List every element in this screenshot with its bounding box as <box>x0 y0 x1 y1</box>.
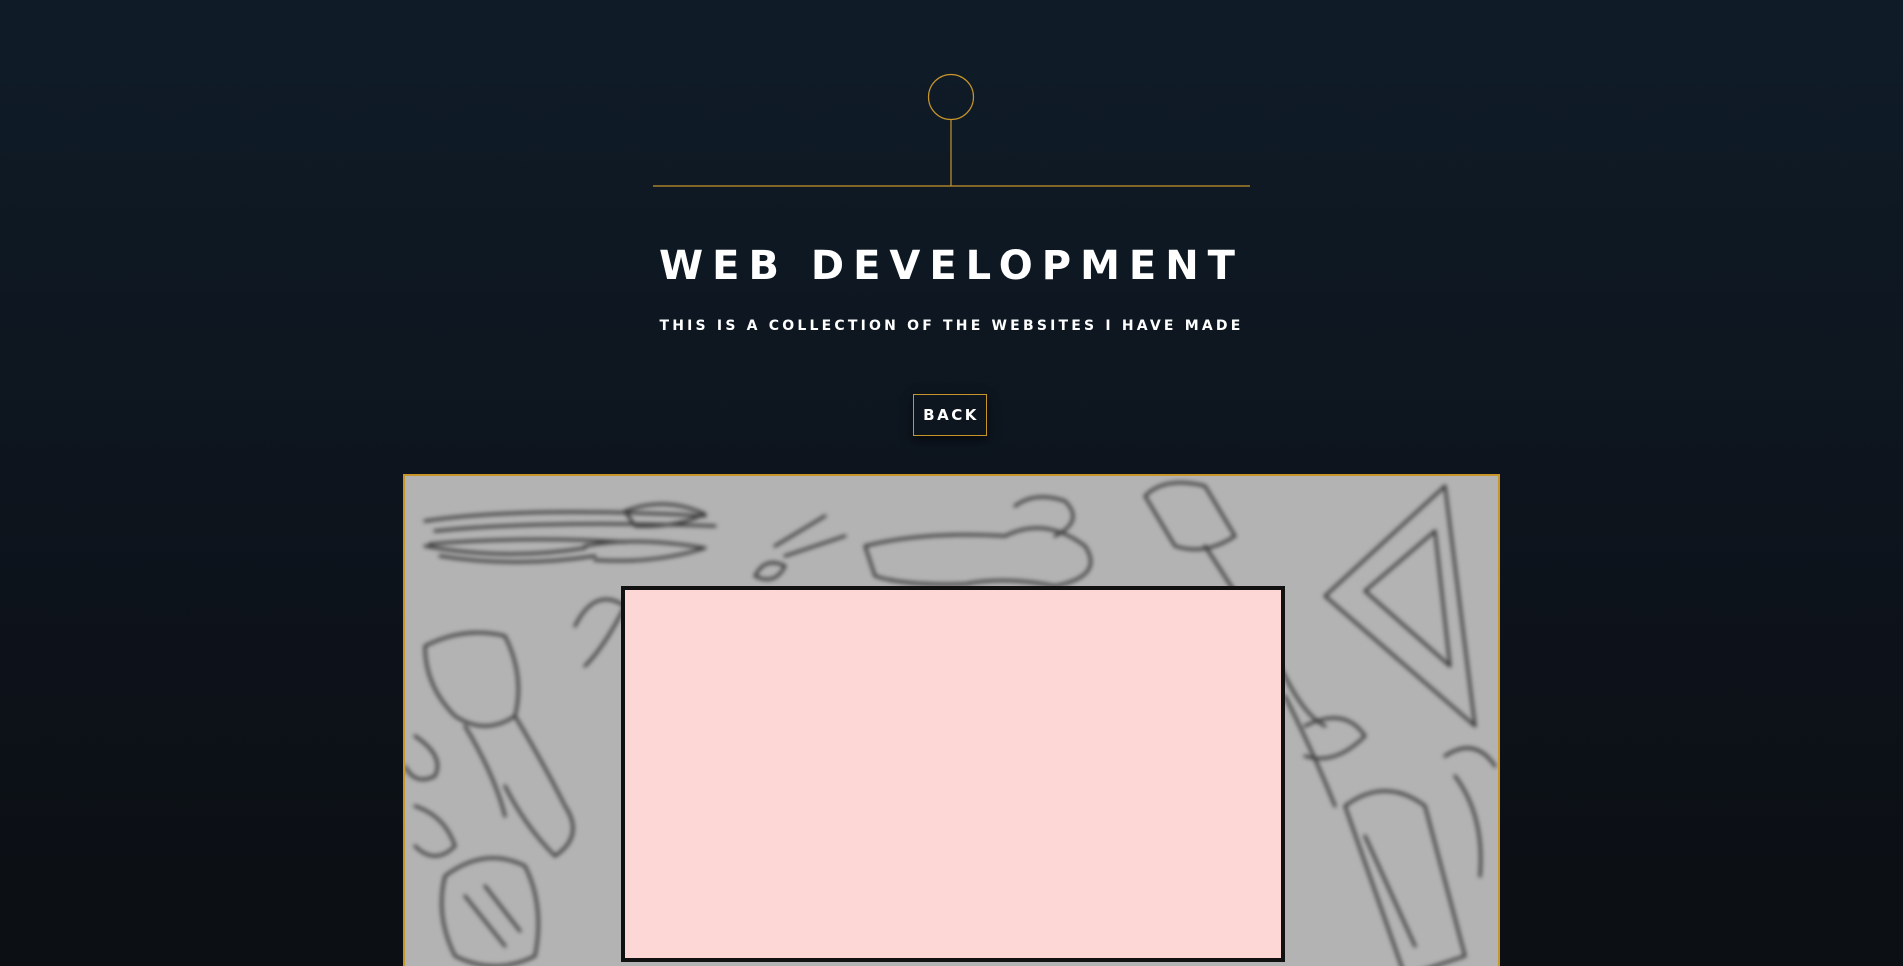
page-subtitle: THIS IS A COLLECTION OF THE WEBSITES I H… <box>659 318 1244 334</box>
website-preview-card[interactable] <box>621 586 1285 962</box>
pin-line-emblem-icon <box>653 73 1250 187</box>
back-button[interactable]: BACK <box>913 394 987 436</box>
page-title: WEB DEVELOPMENT <box>659 243 1244 289</box>
website-showcase <box>403 474 1500 966</box>
